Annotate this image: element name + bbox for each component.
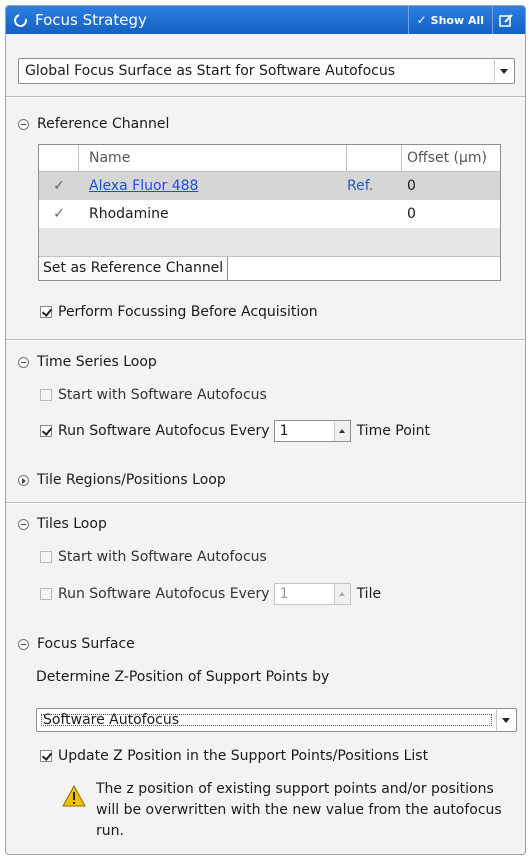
expand-icon bbox=[18, 474, 29, 486]
divider bbox=[6, 503, 525, 504]
table-header: Name Offset (µm) bbox=[39, 145, 500, 172]
header-cell-name: Name bbox=[79, 145, 347, 171]
support-points-method-value: Software Autofocus bbox=[39, 712, 494, 728]
collapse-icon bbox=[18, 118, 29, 130]
tiles-run-autofocus-checkbox[interactable] bbox=[40, 588, 52, 600]
check-icon: ✓ bbox=[416, 13, 427, 27]
divider bbox=[6, 97, 525, 98]
focus-strategy-panel: Focus Strategy ✓ Show All Global Focus S… bbox=[5, 5, 526, 855]
tiles-interval-unit: Tile bbox=[356, 586, 382, 602]
offset-cell[interactable]: 0 bbox=[402, 178, 500, 194]
determine-z-label: Determine Z-Position of Support Points b… bbox=[36, 669, 330, 685]
channel-name-link[interactable]: Alexa Fluor 488 bbox=[89, 178, 198, 194]
perform-focusing-checkbox[interactable] bbox=[40, 306, 52, 318]
refresh-icon bbox=[11, 11, 30, 29]
ref-badge: Ref. bbox=[347, 178, 374, 194]
tiles-start-autofocus-label: Start with Software Autofocus bbox=[58, 549, 267, 565]
divider bbox=[6, 340, 525, 341]
time-run-autofocus-label: Run Software Autofocus Every bbox=[58, 423, 270, 439]
section-label: Focus Surface bbox=[37, 636, 135, 652]
panel-title: Focus Strategy bbox=[35, 11, 147, 29]
table-row[interactable]: ✓ Rhodamine 0 bbox=[39, 200, 500, 228]
section-label: Time Series Loop bbox=[37, 354, 157, 370]
perform-focusing-label: Perform Focussing Before Acquisition bbox=[58, 304, 318, 320]
panel-titlebar[interactable]: Focus Strategy ✓ Show All bbox=[6, 6, 525, 34]
section-label: Reference Channel bbox=[37, 116, 170, 132]
warning-icon bbox=[62, 784, 86, 842]
collapse-icon bbox=[18, 638, 29, 650]
time-run-autofocus-row[interactable]: Run Software Autofocus Every 1 Time Poin… bbox=[40, 420, 430, 442]
check-icon: ✓ bbox=[53, 206, 65, 222]
tiles-start-autofocus-row[interactable]: Start with Software Autofocus bbox=[40, 549, 267, 565]
section-label: Tile Regions/Positions Loop bbox=[37, 472, 226, 488]
warning-text: The z position of existing support point… bbox=[96, 781, 502, 839]
check-icon: ✓ bbox=[53, 178, 65, 194]
section-time-series-loop[interactable]: Time Series Loop bbox=[18, 354, 157, 370]
show-all-toggle[interactable]: ✓ Show All bbox=[407, 6, 493, 34]
header-cell-ref bbox=[347, 145, 402, 171]
section-label: Tiles Loop bbox=[37, 516, 107, 532]
update-z-position-checkbox[interactable] bbox=[40, 750, 52, 762]
strategy-select-value: Global Focus Surface as Start for Softwa… bbox=[25, 63, 396, 79]
spin-up-icon[interactable] bbox=[333, 584, 350, 604]
chevron-down-icon[interactable] bbox=[494, 60, 512, 82]
header-cell-check bbox=[39, 145, 79, 171]
tiles-run-autofocus-row[interactable]: Run Software Autofocus Every 1 Tile bbox=[40, 583, 381, 605]
header-cell-offset: Offset (µm) bbox=[407, 150, 487, 166]
table-row[interactable]: ✓ Alexa Fluor 488 Ref. 0 bbox=[39, 172, 500, 200]
channel-name-cell[interactable]: Alexa Fluor 488 bbox=[79, 178, 347, 194]
tiles-interval-value[interactable]: 1 bbox=[275, 586, 334, 602]
time-start-autofocus-checkbox[interactable] bbox=[40, 389, 52, 401]
spin-up-icon[interactable] bbox=[333, 421, 350, 441]
tiles-interval-stepper[interactable]: 1 bbox=[273, 583, 351, 605]
section-focus-surface[interactable]: Focus Surface bbox=[18, 636, 135, 652]
section-tile-regions-loop[interactable]: Tile Regions/Positions Loop bbox=[18, 472, 226, 488]
time-run-autofocus-checkbox[interactable] bbox=[40, 425, 52, 437]
set-reference-channel-button[interactable]: Set as Reference Channel bbox=[39, 257, 229, 280]
update-z-position-label: Update Z Position in the Support Points/… bbox=[58, 748, 429, 764]
chevron-down-icon[interactable] bbox=[496, 709, 514, 731]
perform-focusing-checkbox-row[interactable]: Perform Focussing Before Acquisition bbox=[40, 304, 318, 320]
time-start-autofocus-label: Start with Software Autofocus bbox=[58, 387, 267, 403]
strategy-select[interactable]: Global Focus Surface as Start for Softwa… bbox=[18, 58, 515, 84]
overwrite-warning: The z position of existing support point… bbox=[62, 779, 502, 842]
section-tiles-loop[interactable]: Tiles Loop bbox=[18, 516, 107, 532]
time-interval-value[interactable]: 1 bbox=[275, 423, 334, 439]
tiles-start-autofocus-checkbox[interactable] bbox=[40, 551, 52, 563]
update-z-position-row[interactable]: Update Z Position in the Support Points/… bbox=[40, 748, 428, 764]
time-interval-unit: Time Point bbox=[356, 423, 431, 439]
edit-icon[interactable] bbox=[493, 6, 519, 34]
time-start-autofocus-row[interactable]: Start with Software Autofocus bbox=[40, 387, 267, 403]
collapse-icon bbox=[18, 356, 29, 368]
channel-name-cell[interactable]: Rhodamine bbox=[79, 206, 347, 222]
section-reference-channel[interactable]: Reference Channel bbox=[18, 116, 169, 132]
collapse-icon bbox=[18, 518, 29, 530]
tiles-run-autofocus-label: Run Software Autofocus Every bbox=[58, 586, 270, 602]
table-footer: Set as Reference Channel bbox=[39, 256, 500, 280]
show-all-label: Show All bbox=[430, 13, 484, 27]
reference-channel-table: Name Offset (µm) ✓ Alexa Fluor 488 Ref. … bbox=[38, 144, 501, 281]
time-interval-stepper[interactable]: 1 bbox=[273, 420, 351, 442]
offset-cell[interactable]: 0 bbox=[402, 206, 500, 222]
support-points-method-select[interactable]: Software Autofocus bbox=[36, 708, 517, 732]
